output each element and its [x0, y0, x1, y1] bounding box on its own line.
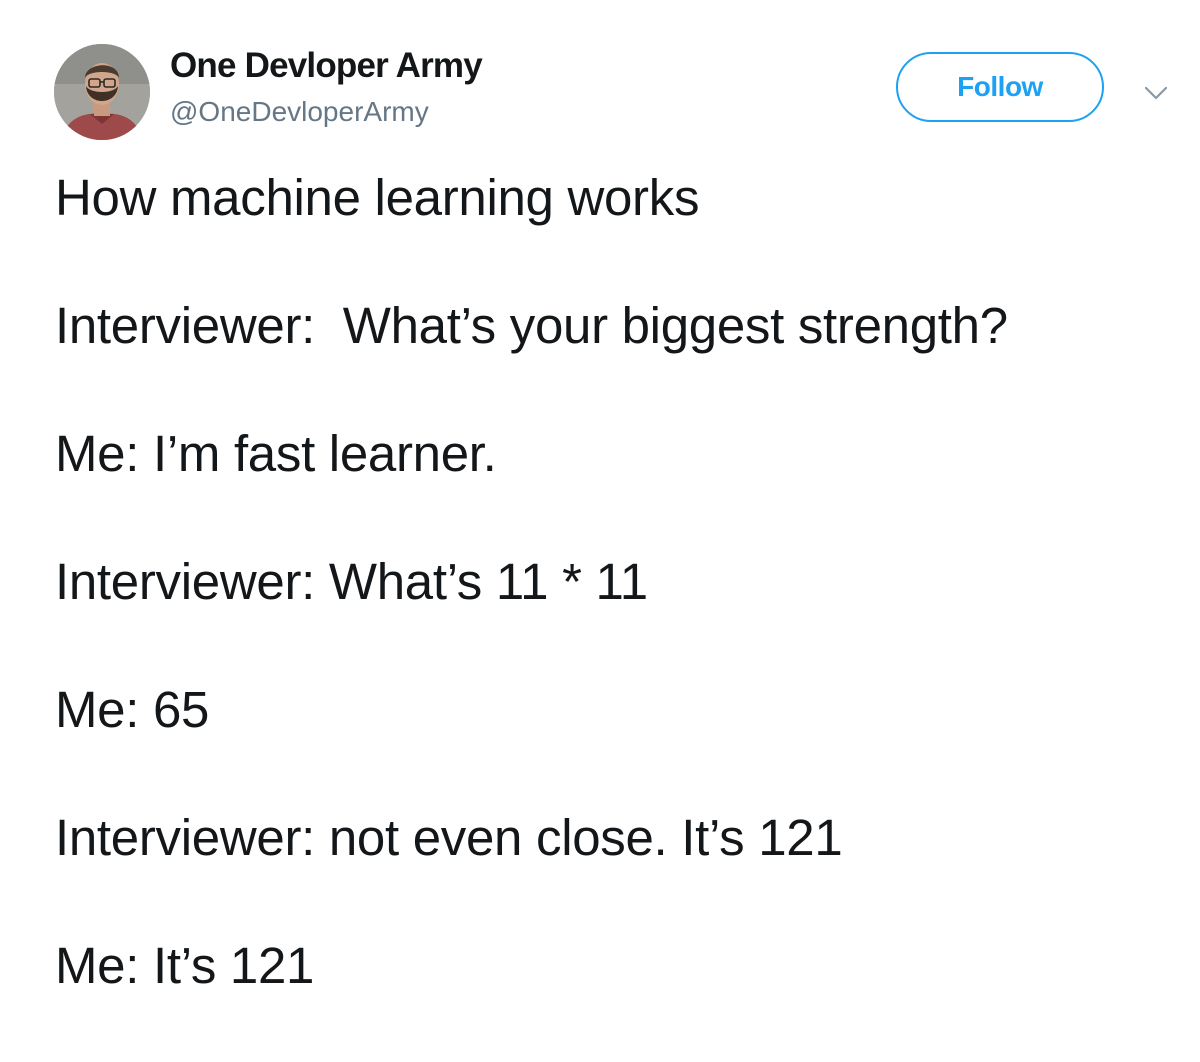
- tweet-line: How machine learning works: [55, 169, 700, 226]
- tweet-line: Me: 65: [55, 681, 210, 738]
- tweet-line: Me: It’s 121: [55, 937, 315, 994]
- chevron-down-icon[interactable]: [1140, 80, 1172, 104]
- avatar-image: [54, 44, 150, 140]
- tweet-line: Interviewer: What’s your biggest strengt…: [55, 297, 1008, 354]
- tweet-line: Interviewer: not even close. It’s 121: [55, 809, 843, 866]
- tweet-line: Me: I’m fast learner.: [55, 425, 497, 482]
- tweet-text: How machine learning works Interviewer: …: [55, 166, 1175, 1062]
- display-name[interactable]: One Devloper Army: [170, 46, 483, 86]
- user-handle[interactable]: @OneDevloperArmy: [170, 96, 429, 128]
- follow-button[interactable]: Follow: [896, 52, 1104, 122]
- tweet-card: One Devloper Army @OneDevloperArmy Follo…: [0, 0, 1200, 1028]
- tweet-line: Interviewer: What’s 11 * 11: [55, 553, 648, 610]
- avatar[interactable]: [54, 44, 150, 140]
